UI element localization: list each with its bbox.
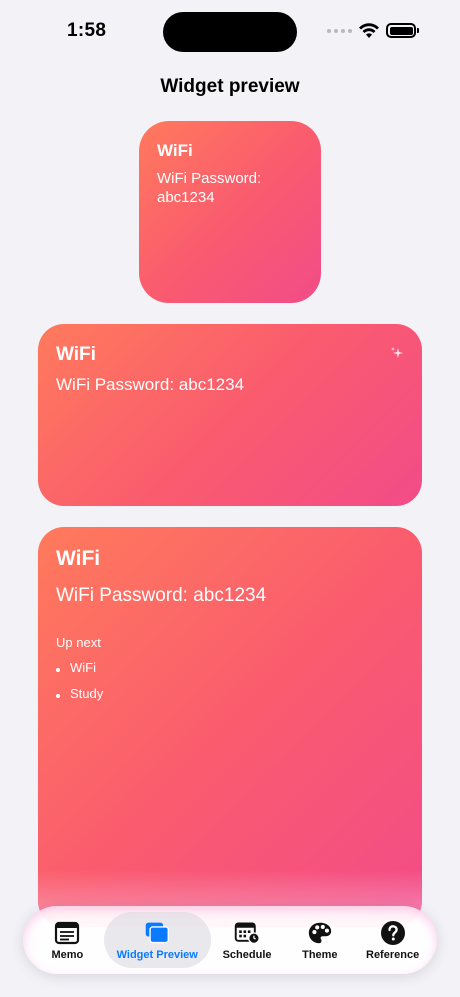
dynamic-island xyxy=(163,12,297,52)
widget-medium-preview: WiFi WiFi Password: abc1234 xyxy=(38,324,422,506)
widget-small-preview: WiFi WiFi Password: abc1234 xyxy=(139,121,321,303)
tab-widget-preview[interactable]: Widget Preview xyxy=(103,912,211,968)
tab-label: Schedule xyxy=(222,948,272,961)
tab-theme[interactable]: Theme xyxy=(283,912,356,968)
palette-icon xyxy=(307,920,333,946)
widget-preview-icon xyxy=(144,920,170,946)
cellular-signal-icon xyxy=(327,29,352,33)
tab-label: Theme xyxy=(302,948,338,961)
up-next-item: WiFi xyxy=(56,660,404,675)
tab-reference[interactable]: Reference xyxy=(356,912,429,968)
tab-memo[interactable]: Memo xyxy=(31,912,104,968)
widget-body: WiFi Password: abc1234 xyxy=(56,585,267,606)
battery-icon xyxy=(386,23,419,38)
page-title: Widget preview xyxy=(160,76,300,97)
widget-title: WiFi xyxy=(56,547,101,570)
tab-label: Widget Preview xyxy=(116,948,198,961)
tab-bar: Memo Widget Preview Schedule Theme Refer… xyxy=(23,906,437,974)
tab-schedule[interactable]: Schedule xyxy=(211,912,284,968)
schedule-icon xyxy=(234,920,260,946)
sparkle-icon xyxy=(391,347,403,358)
tab-label: Reference xyxy=(366,948,420,961)
status-time: 1:58 xyxy=(67,20,107,41)
memo-icon xyxy=(54,920,80,946)
up-next-item: Study xyxy=(56,686,404,701)
widget-large-preview: WiFi WiFi Password: abc1234 Up next WiFi… xyxy=(38,527,422,927)
up-next-list: WiFi Study xyxy=(56,660,404,701)
question-icon xyxy=(380,920,406,946)
widget-body: WiFi Password: abc1234 xyxy=(56,375,245,394)
widget-title: WiFi xyxy=(56,344,96,365)
wifi-status-icon xyxy=(359,23,379,38)
widget-title: WiFi xyxy=(157,141,193,160)
up-next-label: Up next xyxy=(56,635,101,650)
status-bar: 1:58 xyxy=(0,0,460,62)
widget-body: WiFi Password: abc1234 xyxy=(157,170,262,206)
tab-label: Memo xyxy=(51,948,84,961)
